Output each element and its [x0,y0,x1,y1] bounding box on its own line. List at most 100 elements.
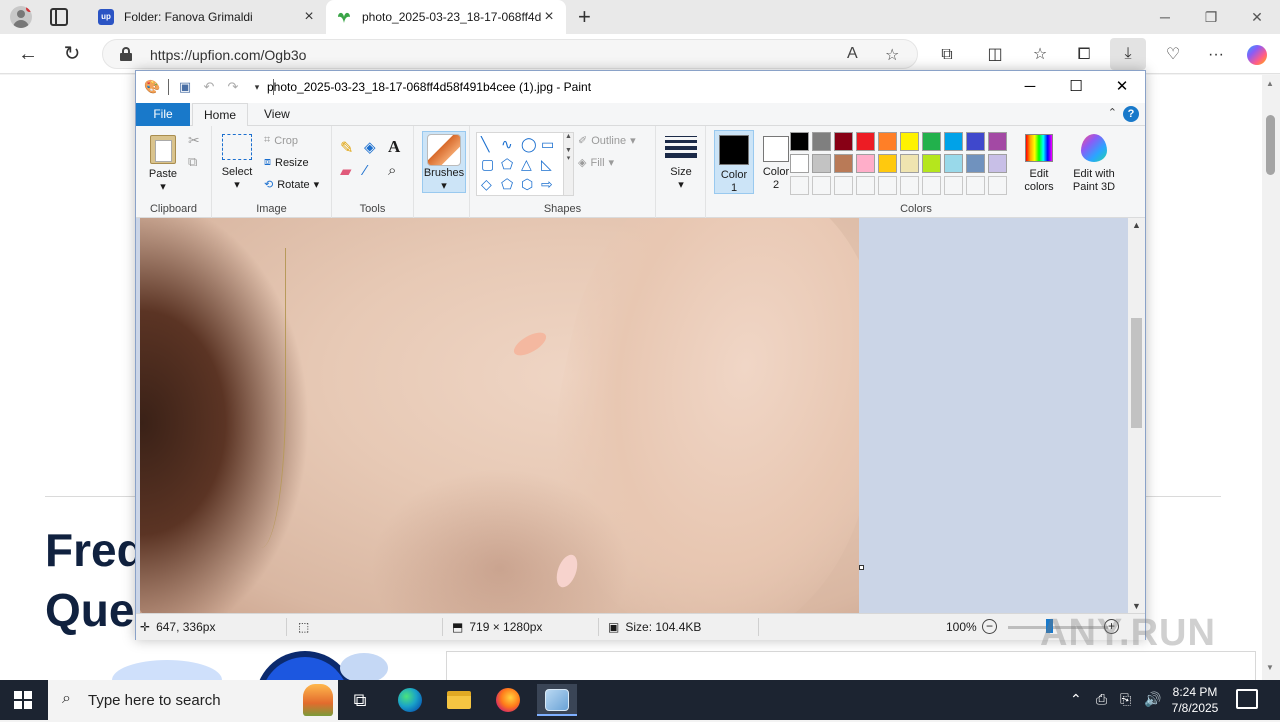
curve-shape-icon[interactable]: ∿ [501,136,513,153]
shapes-gallery[interactable]: ╲ ∿ ◯ ▭ ▢ ⬠ △ ◺ ◇ ⬠ ⬡ ⇨ [476,132,564,196]
right-triangle-shape-icon[interactable]: ◺ [541,156,552,173]
collections-icon[interactable]: ⧠ [1073,44,1095,66]
line-shape-icon[interactable]: ╲ [481,136,489,153]
tab-file[interactable]: File [136,103,190,126]
favorite-star-icon[interactable]: ☆ [885,45,899,65]
pentagon-shape-icon[interactable]: ⬠ [501,176,513,193]
profile-avatar-icon[interactable] [10,6,32,28]
palette-swatch[interactable] [878,132,897,151]
custom-color-slot[interactable] [900,176,919,195]
palette-swatch[interactable] [900,132,919,151]
browser-tab-folder[interactable]: up Folder: Fanova Grimaldi × [88,0,326,34]
firefox-icon[interactable] [488,684,528,716]
custom-color-slot[interactable] [988,176,1007,195]
palette-swatch[interactable] [944,132,963,151]
new-tab-icon[interactable]: + [578,4,591,30]
save-icon[interactable]: ▣ [177,79,193,95]
diamond-shape-icon[interactable]: ◇ [481,176,492,193]
network-icon[interactable]: ⎘ [1120,691,1131,708]
rounded-rectangle-shape-icon[interactable]: ▢ [481,156,494,173]
brushes-button[interactable]: Brushes ▾ [422,131,466,193]
tab-view[interactable]: View [264,103,290,126]
copy-icon[interactable]: ⧉ [188,154,197,170]
browser-essentials-icon[interactable]: ♡ [1162,44,1184,66]
size-button[interactable]: Size ▾ [664,130,698,192]
palette-swatch[interactable] [790,154,809,173]
downloads-icon[interactable]: ⤓ [1110,38,1146,70]
custom-color-slot[interactable] [944,176,963,195]
restore-icon[interactable]: ❐ [1188,0,1234,34]
volume-icon[interactable]: 🔊 [1144,691,1161,708]
close-icon[interactable]: ✕ [1234,0,1280,34]
color1-button[interactable]: Color 1 [714,130,754,194]
palette-swatch[interactable] [790,132,809,151]
fill-button[interactable]: ◈ Fill ▾ [578,156,614,170]
paint-taskbar-icon[interactable] [537,684,577,716]
custom-color-slot[interactable] [834,176,853,195]
redo-icon[interactable]: ↷ [225,79,241,95]
custom-color-slot[interactable] [878,176,897,195]
tab-close-icon[interactable]: × [542,8,556,26]
tray-device-icon[interactable]: ⎙ [1096,691,1107,708]
palette-swatch[interactable] [966,132,985,151]
photo-canvas[interactable] [140,218,859,613]
color-picker-icon[interactable]: ⁄ [364,162,367,179]
palette-swatch[interactable] [900,154,919,173]
resize-button[interactable]: ⧈ Resize [264,156,309,169]
favorites-icon[interactable]: ☆ [1029,44,1051,66]
rotate-button[interactable]: ⟲ Rotate ▾ [264,178,319,192]
scroll-down-icon[interactable]: ▼ [1266,663,1274,672]
taskbar-search[interactable]: ⌕ Type here to search [48,680,338,720]
close-icon[interactable]: ✕ [1099,71,1145,103]
canvas-scrollbar[interactable]: ▲ ▼ [1128,218,1145,613]
minimize-icon[interactable]: ─ [1142,0,1188,34]
minimize-icon[interactable]: ─ [1007,71,1053,103]
tab-home[interactable]: Home [192,103,248,127]
clock[interactable]: 8:24 PM 7/8/2025 [1160,684,1230,716]
more-menu-icon[interactable]: ··· [1205,44,1227,66]
url-text[interactable]: https://upfion.com/Ogb3o [150,47,306,63]
scroll-up-icon[interactable]: ▲ [1266,79,1274,88]
notifications-icon[interactable] [1236,689,1258,709]
scroll-thumb[interactable] [1131,318,1142,428]
refresh-icon[interactable]: ↻ [60,42,84,66]
eraser-icon[interactable]: ▰ [340,162,352,180]
custom-color-slot[interactable] [966,176,985,195]
magnifier-icon[interactable]: ⌕ [388,162,396,179]
fill-bucket-icon[interactable]: ◈ [364,138,376,156]
palette-swatch[interactable] [988,154,1007,173]
collapse-ribbon-icon[interactable]: ⌃ [1108,106,1117,119]
zoom-out-icon[interactable]: − [982,619,997,634]
custom-color-slot[interactable] [812,176,831,195]
tab-close-icon[interactable]: × [302,8,316,26]
read-aloud-icon[interactable]: A [847,45,858,63]
outline-button[interactable]: ✐ Outline ▾ [578,134,636,148]
custom-color-slot[interactable] [922,176,941,195]
palette-swatch[interactable] [966,154,985,173]
maximize-icon[interactable]: ☐ [1053,71,1099,103]
palette-swatch[interactable] [922,154,941,173]
lock-icon[interactable] [120,47,132,61]
pencil-icon[interactable]: ✎ [340,138,353,158]
canvas-resize-handle[interactable] [859,565,864,570]
custom-color-slot[interactable] [856,176,875,195]
file-explorer-icon[interactable] [439,684,479,716]
task-view-icon[interactable]: ⧉ [340,684,380,716]
undo-icon[interactable]: ↶ [201,79,217,95]
back-icon[interactable]: ← [16,42,40,66]
scroll-thumb[interactable] [1266,115,1275,175]
palette-swatch[interactable] [856,132,875,151]
edit-paint3d-button[interactable]: Edit with Paint 3D [1066,130,1122,194]
palette-swatch[interactable] [944,154,963,173]
cut-icon[interactable]: ✂ [188,132,200,149]
palette-swatch[interactable] [812,154,831,173]
customize-qat-icon[interactable]: ▾ [249,79,265,95]
url-bar[interactable]: https://upfion.com/Ogb3o A ☆ [102,39,918,69]
help-icon[interactable]: ? [1123,106,1139,122]
oval-shape-icon[interactable]: ◯ [521,136,537,153]
text-icon[interactable]: A [388,137,400,157]
split-screen-icon[interactable]: ◫ [984,44,1006,66]
start-windows-icon[interactable] [14,691,32,709]
scroll-up-icon[interactable]: ▲ [1132,220,1141,230]
triangle-shape-icon[interactable]: △ [521,156,532,173]
